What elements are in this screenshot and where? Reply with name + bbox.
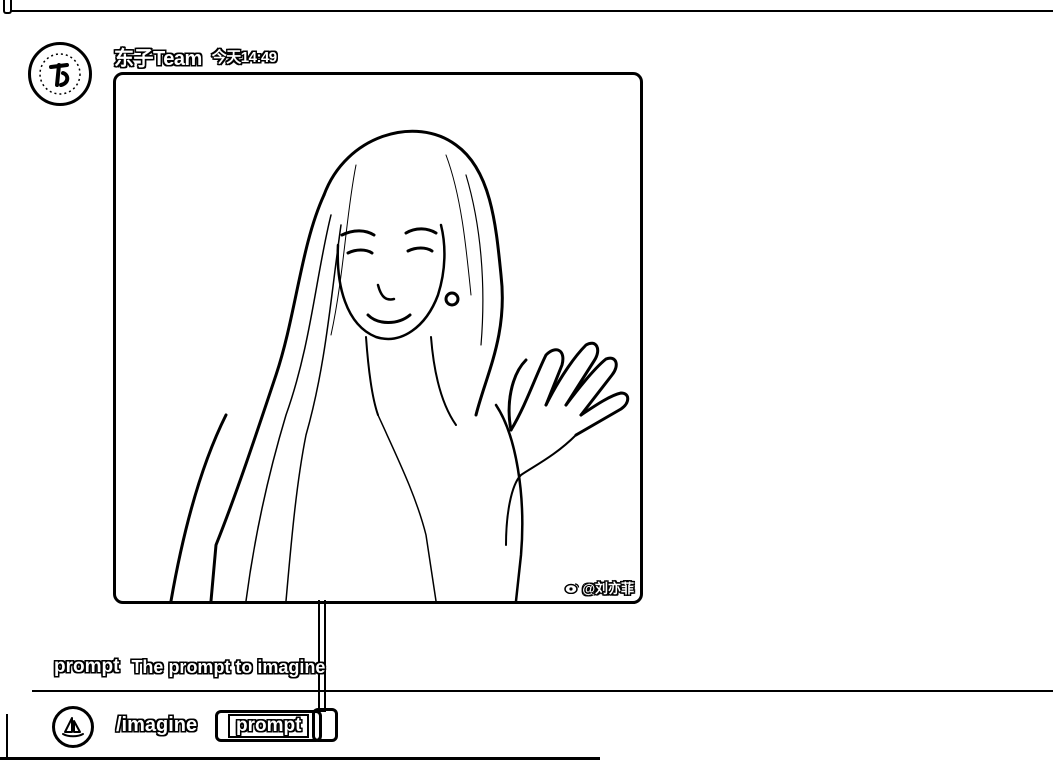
avatar-logo-icon xyxy=(39,53,81,95)
text-cursor-box[interactable] xyxy=(312,708,338,742)
slash-command[interactable]: /imagine xyxy=(116,714,197,737)
weibo-icon xyxy=(564,582,580,594)
message-header: 东子Team 今天14:49 xyxy=(114,42,277,71)
top-divider xyxy=(10,10,1053,12)
midjourney-bot-icon xyxy=(52,706,94,748)
prompt-parameter-label: prompt xyxy=(228,714,310,738)
image-watermark: @刘亦菲 xyxy=(564,578,634,597)
message-timestamp: 今天14:49 xyxy=(211,49,277,66)
watermark-text: @刘亦菲 xyxy=(582,581,634,596)
composer-edge xyxy=(6,714,8,758)
option-description: The prompt to imagine xyxy=(131,656,326,677)
prompt-parameter-field[interactable]: prompt xyxy=(215,710,323,742)
portrait-image xyxy=(169,129,630,601)
sailboat-icon xyxy=(62,717,84,738)
option-name: prompt xyxy=(54,656,120,677)
message-image-attachment[interactable]: @刘亦菲 xyxy=(113,72,643,604)
username[interactable]: 东子Team xyxy=(114,42,202,71)
bottom-divider xyxy=(0,757,600,760)
command-option-hint[interactable]: prompt The prompt to imagine xyxy=(54,656,325,678)
user-avatar[interactable] xyxy=(28,42,92,106)
composer-divider xyxy=(32,690,1053,692)
